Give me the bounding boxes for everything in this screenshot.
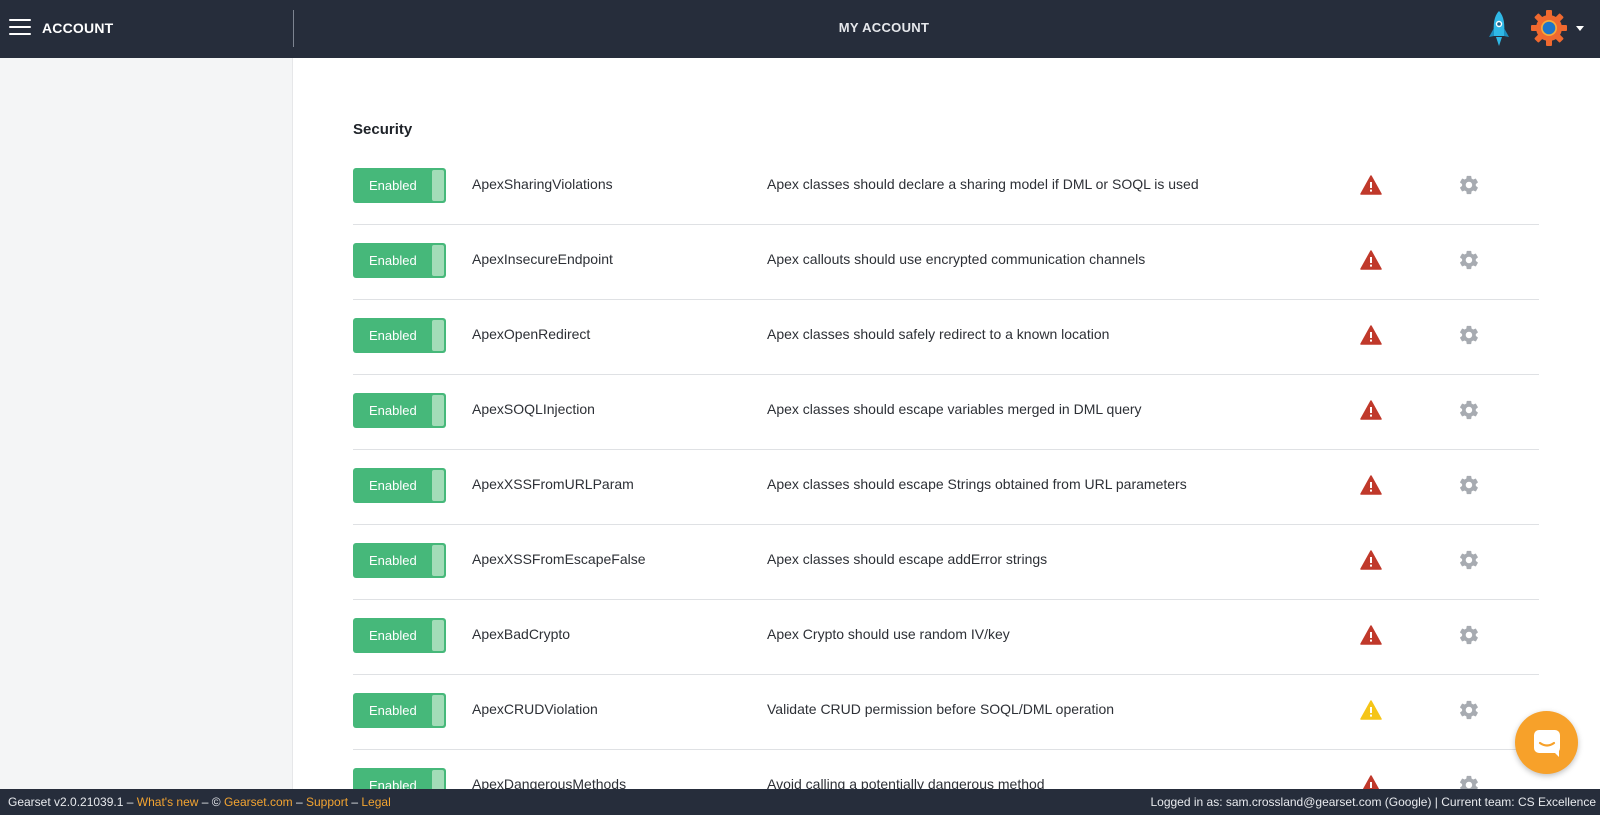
toggle-label: Enabled: [369, 253, 417, 268]
enabled-toggle[interactable]: Enabled: [353, 168, 446, 203]
chevron-down-icon: [1576, 26, 1584, 31]
gear-icon[interactable]: [1458, 624, 1480, 646]
rule-name: ApexXSSFromURLParam: [472, 476, 634, 492]
gear-icon[interactable]: [1458, 174, 1480, 196]
toggle-label: Enabled: [369, 778, 417, 789]
rule-description: Apex classes should safely redirect to a…: [767, 326, 1110, 342]
enabled-toggle[interactable]: Enabled: [353, 768, 446, 789]
page-title: MY ACCOUNT: [838, 20, 930, 35]
rule-name: ApexSOQLInjection: [472, 401, 595, 417]
section-title: Security: [353, 121, 413, 138]
settings-menu-button[interactable]: [1530, 9, 1592, 47]
rule-name: ApexXSSFromEscapeFalse: [472, 551, 646, 567]
gear-icon[interactable]: [1458, 774, 1480, 789]
enabled-toggle[interactable]: Enabled: [353, 693, 446, 728]
toggle-label: Enabled: [369, 628, 417, 643]
footer-left: Gearset v2.0.21039.1 – What's new – © Ge…: [8, 795, 391, 809]
toggle-knob[interactable]: [432, 770, 444, 789]
warning-triangle-icon: [1360, 550, 1382, 570]
toggle-label: Enabled: [369, 178, 417, 193]
toggle-knob[interactable]: [432, 170, 444, 201]
gear-icon: [1531, 10, 1567, 46]
gear-icon[interactable]: [1458, 399, 1480, 421]
rule-description: Apex classes should escape Strings obtai…: [767, 476, 1187, 492]
toggle-label: Enabled: [369, 478, 417, 493]
rule-name: ApexCRUDViolation: [472, 701, 598, 717]
gear-icon[interactable]: [1458, 324, 1480, 346]
enabled-toggle[interactable]: Enabled: [353, 543, 446, 578]
toggle-label: Enabled: [369, 703, 417, 718]
current-team-text: Current team: CS Excellence: [1441, 795, 1596, 809]
rule-row: Enabled ApexBadCrypto Apex Crypto should u…: [353, 600, 1539, 675]
version-text: Gearset v2.0.21039.1: [8, 795, 124, 809]
rule-description: Validate CRUD permission before SOQL/DML…: [767, 701, 1115, 717]
top-bar: ACCOUNT MY ACCOUNT: [0, 0, 1600, 58]
gearset-link[interactable]: Gearset.com: [224, 795, 293, 809]
enabled-toggle[interactable]: Enabled: [353, 393, 446, 428]
rule-description: Avoid calling a potentially dangerous me…: [767, 776, 1045, 789]
rule-name: ApexOpenRedirect: [472, 326, 591, 342]
footer-separator: |: [1431, 795, 1442, 809]
footer-separator: –: [123, 795, 137, 809]
toggle-knob[interactable]: [432, 320, 444, 351]
warning-triangle-icon: [1360, 175, 1382, 195]
rule-description: Apex Crypto should use random IV/key: [767, 626, 1010, 642]
gear-icon[interactable]: [1458, 474, 1480, 496]
gear-icon[interactable]: [1458, 549, 1480, 571]
rule-description: Apex classes should escape variables mer…: [767, 401, 1142, 417]
rule-description: Apex classes should declare a sharing mo…: [767, 176, 1199, 192]
chat-bubble-icon: [1534, 730, 1560, 757]
rules-list: Enabled ApexSharingViolations Apex classes…: [353, 150, 1539, 789]
rule-row: Enabled ApexInsecureEndpoint Apex callouts…: [353, 225, 1539, 300]
toggle-label: Enabled: [369, 553, 417, 568]
warning-triangle-icon: [1360, 475, 1382, 495]
warning-triangle-icon: [1360, 700, 1382, 720]
rule-row: Enabled ApexSOQLInjection Apex classes sho…: [353, 375, 1539, 450]
warning-triangle-icon: [1360, 625, 1382, 645]
enabled-toggle[interactable]: Enabled: [353, 618, 446, 653]
rule-description: Apex classes should escape addError stri…: [767, 551, 1048, 567]
whats-new-link[interactable]: What's new: [137, 795, 199, 809]
rule-name: ApexSharingViolations: [472, 176, 613, 192]
rule-row: Enabled ApexSharingViolations Apex classes…: [353, 150, 1539, 225]
chat-button[interactable]: [1515, 711, 1578, 774]
enabled-toggle[interactable]: Enabled: [353, 468, 446, 503]
rule-name: ApexBadCrypto: [472, 626, 571, 642]
rocket-icon[interactable]: [1487, 10, 1511, 48]
toggle-knob[interactable]: [432, 620, 444, 651]
warning-triangle-icon: [1360, 400, 1382, 420]
toggle-label: Enabled: [369, 328, 417, 343]
rule-row: Enabled ApexXSSFromEscapeFalse Apex classe…: [353, 525, 1539, 600]
footer: Gearset v2.0.21039.1 – What's new – © Ge…: [0, 789, 1600, 815]
rule-row: Enabled ApexOpenRedirect Apex classes shou…: [353, 300, 1539, 375]
toggle-knob[interactable]: [432, 695, 444, 726]
rule-row: Enabled ApexCRUDViolation Validate CRUD pe…: [353, 675, 1539, 750]
rule-name: ApexDangerousMethods: [472, 776, 627, 789]
warning-triangle-icon: [1360, 250, 1382, 270]
gear-icon[interactable]: [1458, 699, 1480, 721]
gear-icon[interactable]: [1458, 249, 1480, 271]
enabled-toggle[interactable]: Enabled: [353, 243, 446, 278]
toggle-knob[interactable]: [432, 470, 444, 501]
rule-description: Apex callouts should use encrypted commu…: [767, 251, 1146, 267]
toggle-knob[interactable]: [432, 395, 444, 426]
support-link[interactable]: Support: [306, 795, 348, 809]
toggle-label: Enabled: [369, 403, 417, 418]
footer-separator: –: [292, 795, 306, 809]
footer-separator: –: [348, 795, 362, 809]
sidebar: [0, 58, 293, 789]
footer-right: Logged in as: sam.crossland@gearset.com …: [1150, 795, 1596, 809]
rule-name: ApexInsecureEndpoint: [472, 251, 613, 267]
legal-link[interactable]: Legal: [361, 795, 390, 809]
logged-in-text: Logged in as: sam.crossland@gearset.com …: [1150, 795, 1432, 809]
footer-separator: – ©: [198, 795, 224, 809]
toggle-knob[interactable]: [432, 545, 444, 576]
enabled-toggle[interactable]: Enabled: [353, 318, 446, 353]
warning-triangle-icon: [1360, 325, 1382, 345]
warning-triangle-icon: [1362, 775, 1380, 789]
main-content: Security Enabled ApexSharingViolations Ape…: [293, 58, 1600, 789]
toggle-knob[interactable]: [432, 245, 444, 276]
rule-row: Enabled ApexDangerousMethods Avoid calling…: [353, 750, 1539, 789]
rule-row: Enabled ApexXSSFromURLParam Apex classes s…: [353, 450, 1539, 525]
